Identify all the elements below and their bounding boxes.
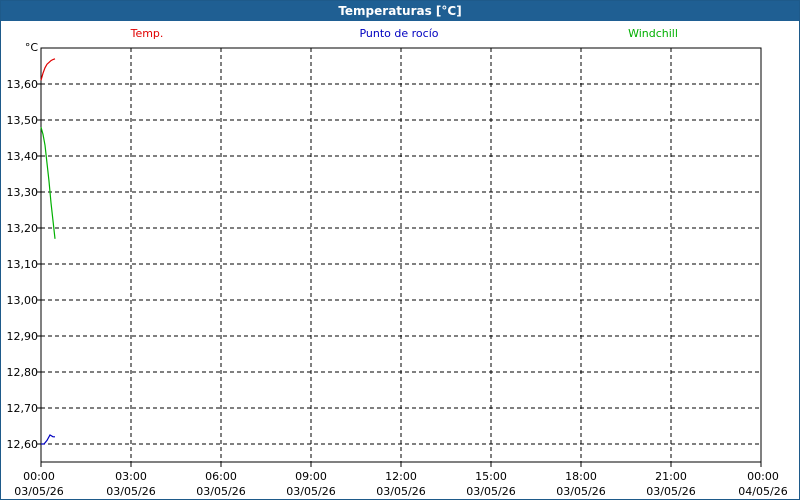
y-tick-label: 13,60 bbox=[7, 78, 39, 91]
x-tick-date-label: 03/05/26 bbox=[106, 485, 155, 498]
y-tick-label: 13,00 bbox=[7, 294, 39, 307]
x-tick-date-label: 03/05/26 bbox=[646, 485, 695, 498]
y-tick-label: 12,90 bbox=[7, 330, 39, 343]
x-tick-time-label: 09:00 bbox=[295, 470, 327, 483]
temperature-chart: 13,60 13,50 13,40 13,30 13,20 13,10 13,00 12,90… bbox=[7, 27, 788, 498]
x-tick-date-label: 03/05/26 bbox=[196, 485, 245, 498]
y-tick-label: 13,50 bbox=[7, 114, 39, 127]
x-tick-date-label: 03/05/26 bbox=[556, 485, 605, 498]
x-tick-date-label: 04/05/26 bbox=[738, 485, 787, 498]
y-tick-label: 13,40 bbox=[7, 150, 39, 163]
x-tick-date-label: 03/05/26 bbox=[14, 485, 63, 498]
chart-window: Temperaturas [°C] 13,60 13,50 13,40 13,30 13… bbox=[0, 0, 800, 500]
legend-entry: Punto de rocío bbox=[359, 27, 438, 40]
legend-entry: Windchill bbox=[628, 27, 678, 40]
x-tick-time-label: 06:00 bbox=[205, 470, 237, 483]
y-axis-label: °C bbox=[25, 41, 39, 54]
y-tick-label: 13,10 bbox=[7, 258, 39, 271]
x-tick-time-label: 15:00 bbox=[475, 470, 507, 483]
x-tick-date-label: 03/05/26 bbox=[376, 485, 425, 498]
y-tick-label: 12,60 bbox=[7, 438, 39, 451]
series-line bbox=[41, 434, 55, 445]
x-tick-time-label: 12:00 bbox=[385, 470, 417, 483]
x-tick-time-label: 18:00 bbox=[565, 470, 597, 483]
legend-entry: Temp. bbox=[130, 27, 164, 40]
x-tick-time-label: 00:00 bbox=[747, 470, 779, 483]
x-tick-date-label: 03/05/26 bbox=[286, 485, 335, 498]
series-line bbox=[40, 127, 56, 239]
y-tick-label: 13,20 bbox=[7, 222, 39, 235]
x-tick-date-label: 03/05/26 bbox=[466, 485, 515, 498]
y-tick-label: 13,30 bbox=[7, 186, 39, 199]
series-line bbox=[40, 58, 56, 81]
x-tick-time-label: 21:00 bbox=[655, 470, 687, 483]
x-tick-time-label: 00:00 bbox=[23, 470, 55, 483]
chart-title: Temperaturas [°C] bbox=[1, 1, 799, 21]
x-tick-time-label: 03:00 bbox=[115, 470, 147, 483]
y-tick-label: 12,70 bbox=[7, 402, 39, 415]
y-tick-label: 12,80 bbox=[7, 366, 39, 379]
